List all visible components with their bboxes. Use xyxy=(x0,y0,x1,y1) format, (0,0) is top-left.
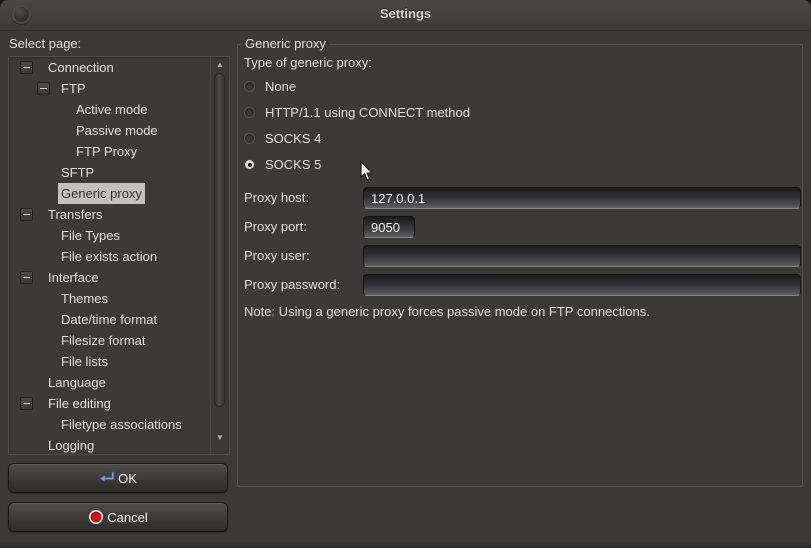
tree-item[interactable]: Themes xyxy=(9,288,229,309)
tree-item[interactable]: Generic proxy xyxy=(9,183,229,204)
ok-return-arrow-icon xyxy=(99,471,115,485)
radio-option-label: SOCKS 5 xyxy=(265,157,321,172)
tree-item-label: Interface xyxy=(45,267,102,288)
tree-item-label: Language xyxy=(45,372,109,393)
radio-option[interactable]: HTTP/1.1 using CONNECT method xyxy=(244,106,796,120)
ok-button-label: OK xyxy=(118,471,137,486)
tree-item-label: Transfers xyxy=(45,204,105,225)
radio-option-label: None xyxy=(265,79,296,94)
tree-item-label: Generic proxy xyxy=(58,183,145,204)
radio-option-label: HTTP/1.1 using CONNECT method xyxy=(265,105,470,120)
page-tree[interactable]: Connection FTP Active mode Passive mode … xyxy=(8,56,230,455)
form-field-row: Proxy password: xyxy=(244,274,799,296)
tree-item-label: SFTP xyxy=(58,162,97,183)
cancel-button-label: Cancel xyxy=(107,510,147,525)
tree-item-label: Connection xyxy=(45,57,117,78)
tree-item[interactable]: Language xyxy=(9,372,229,393)
tree-item-label: Active mode xyxy=(73,99,151,120)
field-label: Proxy host: xyxy=(244,187,309,209)
scroll-up-icon[interactable]: ▲ xyxy=(211,60,229,69)
tree-item[interactable]: File editing xyxy=(9,393,229,414)
tree-item[interactable]: Logging xyxy=(9,435,229,455)
expander-minus-icon[interactable] xyxy=(37,82,50,95)
tree-item-label: Filesize format xyxy=(58,330,149,351)
settings-window: Settings Select page: Connection FTP Act… xyxy=(0,0,811,548)
tree-item-label: File Types xyxy=(58,225,123,246)
text-input[interactable] xyxy=(363,245,801,267)
tree-item[interactable]: Active mode xyxy=(9,99,229,120)
proxy-fields: Proxy host: Proxy port: Proxy user: Prox… xyxy=(244,187,799,303)
radio-button-icon[interactable] xyxy=(244,107,255,118)
tree-item-label: File exists action xyxy=(58,246,160,267)
tree-item-label: Filetype associations xyxy=(58,414,185,435)
tree-item[interactable]: Filetype associations xyxy=(9,414,229,435)
tree-item-label: Passive mode xyxy=(73,120,161,141)
text-input[interactable] xyxy=(363,187,801,209)
type-of-proxy-label: Type of generic proxy: xyxy=(244,55,372,70)
form-field-row: Proxy host: xyxy=(244,187,799,209)
tree-item[interactable]: Filesize format xyxy=(9,330,229,351)
tree-item[interactable]: FTP Proxy xyxy=(9,141,229,162)
tree-item-label: Logging xyxy=(45,435,97,455)
window-bottom-edge xyxy=(0,542,811,548)
expander-minus-icon[interactable] xyxy=(20,208,33,221)
radio-button-icon[interactable] xyxy=(244,81,255,92)
form-field-row: Proxy user: xyxy=(244,245,799,267)
field-label: Proxy user: xyxy=(244,245,310,267)
radio-option-label: SOCKS 4 xyxy=(265,131,321,146)
generic-proxy-groupbox: Generic proxy Type of generic proxy: Non… xyxy=(237,44,803,487)
tree-item-label: Date/time format xyxy=(58,309,160,330)
select-page-label: Select page: xyxy=(9,36,81,51)
proxy-type-radio-group: None HTTP/1.1 using CONNECT method SOCKS… xyxy=(244,80,796,184)
cancel-button[interactable]: Cancel xyxy=(8,502,228,532)
expander-minus-icon[interactable] xyxy=(20,271,33,284)
tree-item[interactable]: File exists action xyxy=(9,246,229,267)
tree-item[interactable]: Interface xyxy=(9,267,229,288)
tree-item-label: FTP Proxy xyxy=(73,141,140,162)
tree-item[interactable]: SFTP xyxy=(9,162,229,183)
tree-item[interactable]: Passive mode xyxy=(9,120,229,141)
tree-item[interactable]: Connection xyxy=(9,57,229,78)
radio-option[interactable]: SOCKS 5 xyxy=(244,158,796,172)
expander-minus-icon[interactable] xyxy=(20,61,33,74)
tree-item-label: File editing xyxy=(45,393,114,414)
expander-minus-icon[interactable] xyxy=(20,397,33,410)
scrollbar-thumb[interactable] xyxy=(214,73,225,407)
form-field-row: Proxy port: xyxy=(244,216,799,238)
note-label: Note: Using a generic proxy forces passi… xyxy=(244,304,650,319)
tree-item[interactable]: Transfers xyxy=(9,204,229,225)
ok-button[interactable]: OK xyxy=(8,463,228,493)
field-label: Proxy port: xyxy=(244,216,307,238)
radio-button-icon[interactable] xyxy=(244,133,255,144)
window-title: Settings xyxy=(0,6,811,21)
tree-item[interactable]: File Types xyxy=(9,225,229,246)
groupbox-legend: Generic proxy xyxy=(242,36,329,51)
tree-item[interactable]: Date/time format xyxy=(9,309,229,330)
radio-option[interactable]: SOCKS 4 xyxy=(244,132,796,146)
text-input[interactable] xyxy=(363,274,801,296)
field-label: Proxy password: xyxy=(244,274,340,296)
tree-item-label: Themes xyxy=(58,288,111,309)
cancel-stop-icon xyxy=(88,509,104,525)
radio-option[interactable]: None xyxy=(244,80,796,94)
tree-item-label: File lists xyxy=(58,351,111,372)
tree-item[interactable]: FTP xyxy=(9,78,229,99)
scroll-down-icon[interactable]: ▼ xyxy=(211,433,229,442)
tree-item[interactable]: File lists xyxy=(9,351,229,372)
titlebar[interactable]: Settings xyxy=(0,0,811,31)
tree-item-label: FTP xyxy=(58,78,89,99)
text-input[interactable] xyxy=(363,216,415,238)
radio-button-icon[interactable] xyxy=(244,159,255,170)
tree-scrollbar[interactable]: ▲ ▼ xyxy=(210,57,229,454)
tree-rows: Connection FTP Active mode Passive mode … xyxy=(9,57,229,455)
